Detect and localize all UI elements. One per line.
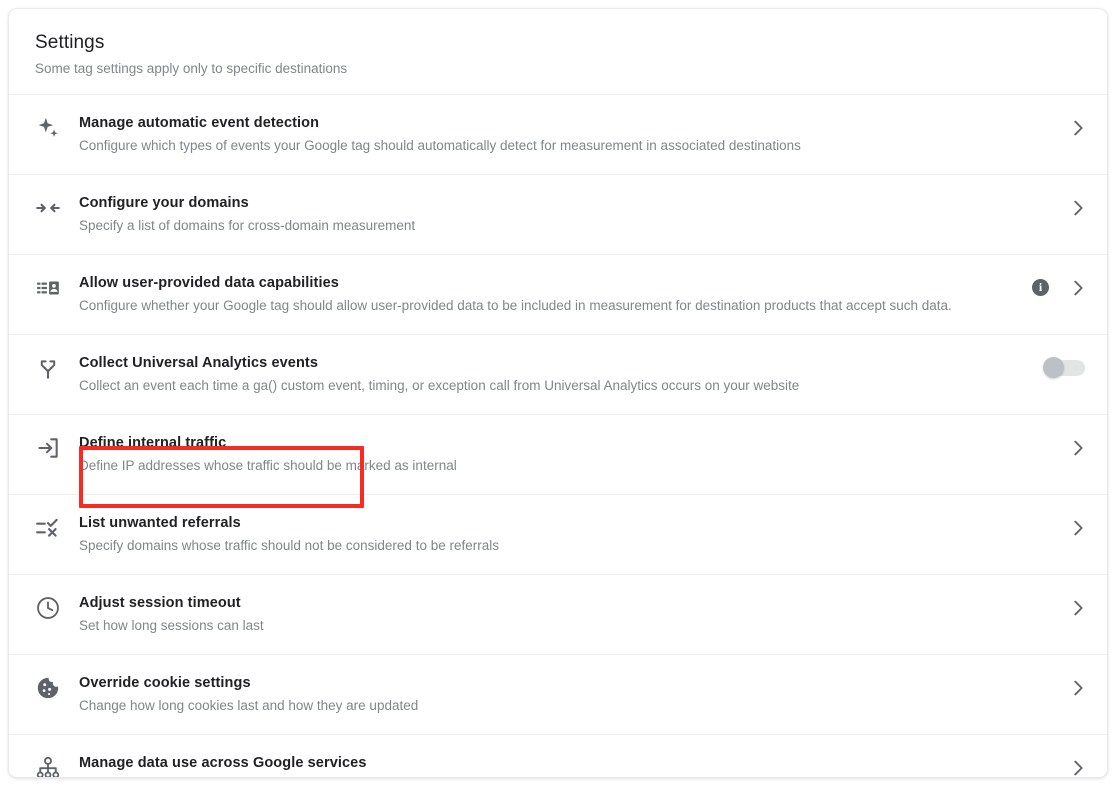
settings-row-manage-data-use-across-google-services[interactable]: Manage data use across Google services C…: [9, 734, 1107, 778]
row-title: Adjust session timeout: [79, 593, 1055, 613]
row-description: Change how long cookies last and how the…: [79, 696, 1055, 716]
row-title: Allow user-provided data capabilities: [79, 273, 1020, 293]
row-controls: [1067, 433, 1089, 459]
row-text: Configure your domains Specify a list of…: [79, 193, 1067, 236]
collect-ua-events-toggle[interactable]: [1043, 358, 1087, 378]
row-title: Manage data use across Google services: [79, 753, 1055, 773]
row-text: Override cookie settings Change how long…: [79, 673, 1067, 716]
screenshot-root: Settings Some tag settings apply only to…: [0, 0, 1116, 787]
row-title: Override cookie settings: [79, 673, 1055, 693]
contact-card-icon: [35, 273, 79, 301]
row-description: Define IP addresses whose traffic should…: [79, 456, 1055, 476]
row-description: Configure which types of events your Goo…: [79, 136, 1055, 156]
row-title: List unwanted referrals: [79, 513, 1055, 533]
settings-list: Manage automatic event detection Configu…: [9, 94, 1107, 778]
cookie-icon: [35, 673, 79, 701]
hierarchy-tree-icon: [35, 753, 79, 778]
cross-domain-arrows-icon: [35, 193, 79, 221]
row-description: Set how long sessions can last: [79, 616, 1055, 636]
settings-row-define-internal-traffic[interactable]: Define internal traffic Define IP addres…: [9, 414, 1107, 494]
settings-row-manage-automatic-event-detection[interactable]: Manage automatic event detection Configu…: [9, 94, 1107, 174]
settings-row-list-unwanted-referrals[interactable]: List unwanted referrals Specify domains …: [9, 494, 1107, 574]
row-controls: [1067, 753, 1089, 778]
row-title: Manage automatic event detection: [79, 113, 1055, 133]
row-description: Collect an event each time a ga() custom…: [79, 376, 1031, 396]
settings-row-allow-user-provided-data-capabilities[interactable]: Allow user-provided data capabilities Co…: [9, 254, 1107, 334]
chevron-right-icon[interactable]: [1067, 117, 1089, 139]
row-text: Collect Universal Analytics events Colle…: [79, 353, 1043, 396]
page-title: Settings: [35, 31, 1081, 55]
row-text: Manage automatic event detection Configu…: [79, 113, 1067, 156]
row-description: Specify domains whose traffic should not…: [79, 536, 1055, 556]
settings-row-override-cookie-settings[interactable]: Override cookie settings Change how long…: [9, 654, 1107, 734]
row-description: Choose which Google services can receive…: [79, 776, 1055, 778]
chevron-right-icon[interactable]: [1067, 517, 1089, 539]
row-controls: [1067, 113, 1089, 139]
chevron-right-icon[interactable]: [1067, 757, 1089, 779]
chevron-right-icon[interactable]: [1067, 437, 1089, 459]
settings-row-adjust-session-timeout[interactable]: Adjust session timeout Set how long sess…: [9, 574, 1107, 654]
toggle-knob: [1043, 357, 1064, 378]
chevron-right-icon[interactable]: [1067, 277, 1089, 299]
row-text: Adjust session timeout Set how long sess…: [79, 593, 1067, 636]
info-icon[interactable]: i: [1032, 279, 1049, 296]
chevron-right-icon[interactable]: [1067, 597, 1089, 619]
row-controls: [1043, 353, 1089, 379]
row-description: Configure whether your Google tag should…: [79, 296, 1020, 316]
chevron-right-icon[interactable]: [1067, 197, 1089, 219]
chevron-right-icon[interactable]: [1067, 677, 1089, 699]
row-controls: [1067, 193, 1089, 219]
row-description: Specify a list of domains for cross-doma…: [79, 216, 1055, 236]
settings-row-configure-your-domains[interactable]: Configure your domains Specify a list of…: [9, 174, 1107, 254]
arrow-into-box-icon: [35, 433, 79, 461]
row-controls: [1067, 673, 1089, 699]
row-title: Define internal traffic: [79, 433, 1055, 453]
row-title: Configure your domains: [79, 193, 1055, 213]
settings-card: Settings Some tag settings apply only to…: [8, 8, 1108, 778]
settings-row-collect-universal-analytics-events[interactable]: Collect Universal Analytics events Colle…: [9, 334, 1107, 414]
list-check-x-icon: [35, 513, 79, 541]
row-controls: i: [1032, 273, 1089, 299]
card-header: Settings Some tag settings apply only to…: [9, 9, 1107, 94]
page-subtitle: Some tag settings apply only to specific…: [35, 59, 1081, 78]
row-text: List unwanted referrals Specify domains …: [79, 513, 1067, 556]
row-text: Allow user-provided data capabilities Co…: [79, 273, 1032, 316]
branch-fork-icon: [35, 353, 79, 381]
row-text: Manage data use across Google services C…: [79, 753, 1067, 778]
row-controls: [1067, 593, 1089, 619]
clock-icon: [35, 593, 79, 621]
row-title: Collect Universal Analytics events: [79, 353, 1031, 373]
row-text: Define internal traffic Define IP addres…: [79, 433, 1067, 476]
auto-detect-sparkle-icon: [35, 113, 79, 141]
row-controls: [1067, 513, 1089, 539]
